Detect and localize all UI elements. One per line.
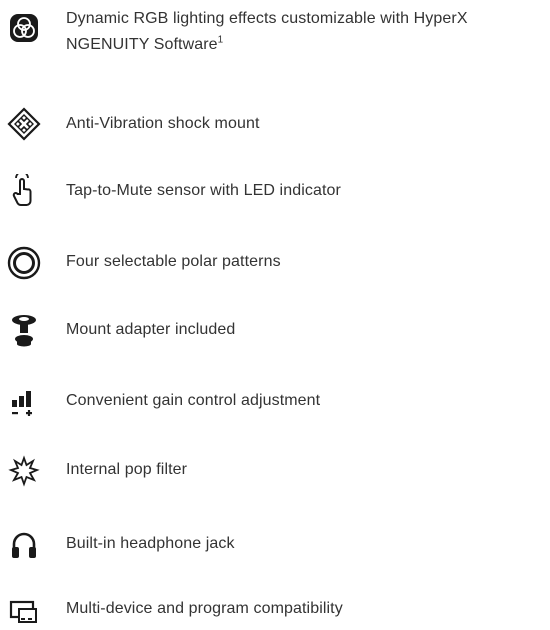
gain-control-icon [4, 386, 44, 422]
polar-pattern-icon [4, 245, 44, 281]
feature-text: Dynamic RGB lighting effects customizabl… [66, 10, 468, 53]
feature-text: Multi-device and program compatibility [66, 600, 343, 617]
feature-mount-adapter: Mount adapter included [0, 311, 550, 351]
feature-anti-vibration: Anti-Vibration shock mount [0, 106, 550, 142]
feature-text: Anti-Vibration shock mount [66, 115, 260, 132]
feature-polar-patterns: Four selectable polar patterns [0, 243, 550, 281]
feature-text: Internal pop filter [66, 461, 188, 478]
feature-tap-to-mute: Tap-to-Mute sensor with LED indicator [0, 173, 550, 209]
tap-to-mute-icon [4, 173, 44, 209]
mount-adapter-icon [4, 313, 44, 349]
feature-rgb-lighting: Dynamic RGB lighting effects customizabl… [0, 6, 550, 66]
pop-filter-icon [4, 453, 44, 489]
feature-text: Mount adapter included [66, 321, 236, 338]
feature-text: Four selectable polar patterns [66, 253, 281, 270]
multi-device-icon [4, 594, 44, 630]
feature-text: Convenient gain control adjustment [66, 392, 321, 409]
feature-multi-device: Multi-device and program compatibility [0, 590, 550, 626]
feature-text: Tap-to-Mute sensor with LED indicator [66, 182, 341, 199]
rgb-lighting-icon [4, 10, 44, 46]
feature-text: Built-in headphone jack [66, 535, 235, 552]
feature-gain-control: Convenient gain control adjustment [0, 384, 550, 420]
headphone-jack-icon [4, 527, 44, 563]
feature-pop-filter: Internal pop filter [0, 453, 550, 489]
feature-headphone-jack: Built-in headphone jack [0, 526, 550, 562]
footnote-marker: 1 [217, 34, 224, 46]
anti-vibration-icon [4, 106, 44, 142]
